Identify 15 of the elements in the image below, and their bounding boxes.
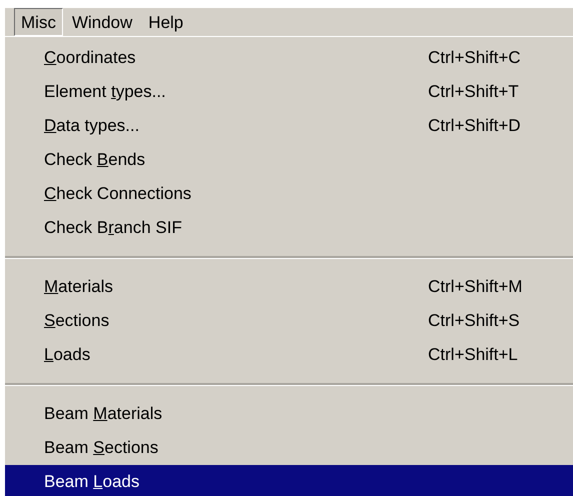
menu-item[interactable]: Sections Ctrl+Shift+S xyxy=(5,304,573,338)
menu-item[interactable]: Data types... Ctrl+Shift+D xyxy=(5,109,573,143)
menu-bar-item[interactable]: Misc xyxy=(14,8,63,36)
menu-item[interactable]: Beam Loads xyxy=(5,465,573,496)
menu-item[interactable]: Materials Ctrl+Shift+M xyxy=(5,270,573,304)
menu-item[interactable]: Loads Ctrl+Shift+L xyxy=(5,338,573,372)
menu-item[interactable]: Beam Materials xyxy=(5,397,573,431)
menu-item[interactable]: Element types... Ctrl+Shift+T xyxy=(5,75,573,109)
menu-item[interactable]: Check Bends xyxy=(5,143,573,177)
menu-item[interactable]: Check Connections xyxy=(5,177,573,211)
menu-bar-item[interactable]: Window xyxy=(64,8,140,36)
menu-item[interactable]: Coordinates Ctrl+Shift+C xyxy=(5,41,573,75)
menu-item[interactable]: Check Branch SIF xyxy=(5,211,573,245)
menu-bar-item[interactable]: Help xyxy=(141,8,190,36)
menu-item[interactable]: Beam Sections xyxy=(5,431,573,465)
